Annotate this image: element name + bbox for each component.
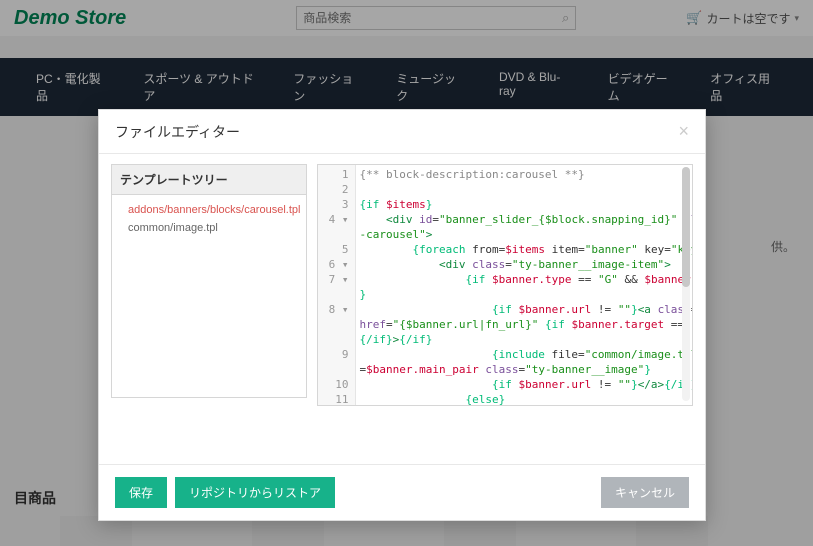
save-button[interactable]: 保存 [115, 477, 167, 508]
close-icon[interactable]: × [678, 121, 689, 142]
template-tree-panel: テンプレートツリー addons/banners/blocks/carousel… [111, 164, 307, 398]
tree-item[interactable]: common/image.tpl [120, 219, 298, 237]
restore-button[interactable]: リポジトリからリストア [175, 477, 335, 508]
modal-title: ファイルエディター [115, 122, 240, 142]
cancel-button[interactable]: キャンセル [601, 477, 689, 508]
tree-title: テンプレートツリー [112, 165, 306, 195]
line-gutter: 1234 ▾56 ▾7 ▾8 ▾9101112 ▾131415161718 [318, 165, 356, 405]
modal-header: ファイルエディター × [99, 110, 705, 154]
tree-body: addons/banners/blocks/carousel.tpl commo… [112, 195, 306, 397]
scrollbar-thumb[interactable] [682, 167, 690, 287]
code-editor[interactable]: 1234 ▾56 ▾7 ▾8 ▾9101112 ▾131415161718 {*… [317, 164, 693, 406]
tree-item[interactable]: addons/banners/blocks/carousel.tpl [120, 201, 298, 219]
modal-body: テンプレートツリー addons/banners/blocks/carousel… [99, 154, 705, 416]
modal-footer: 保存 リポジトリからリストア キャンセル [99, 464, 705, 520]
file-editor-modal: ファイルエディター × テンプレートツリー addons/banners/blo… [98, 109, 706, 521]
code-area[interactable]: {** block-description:carousel **} {if $… [356, 165, 693, 405]
